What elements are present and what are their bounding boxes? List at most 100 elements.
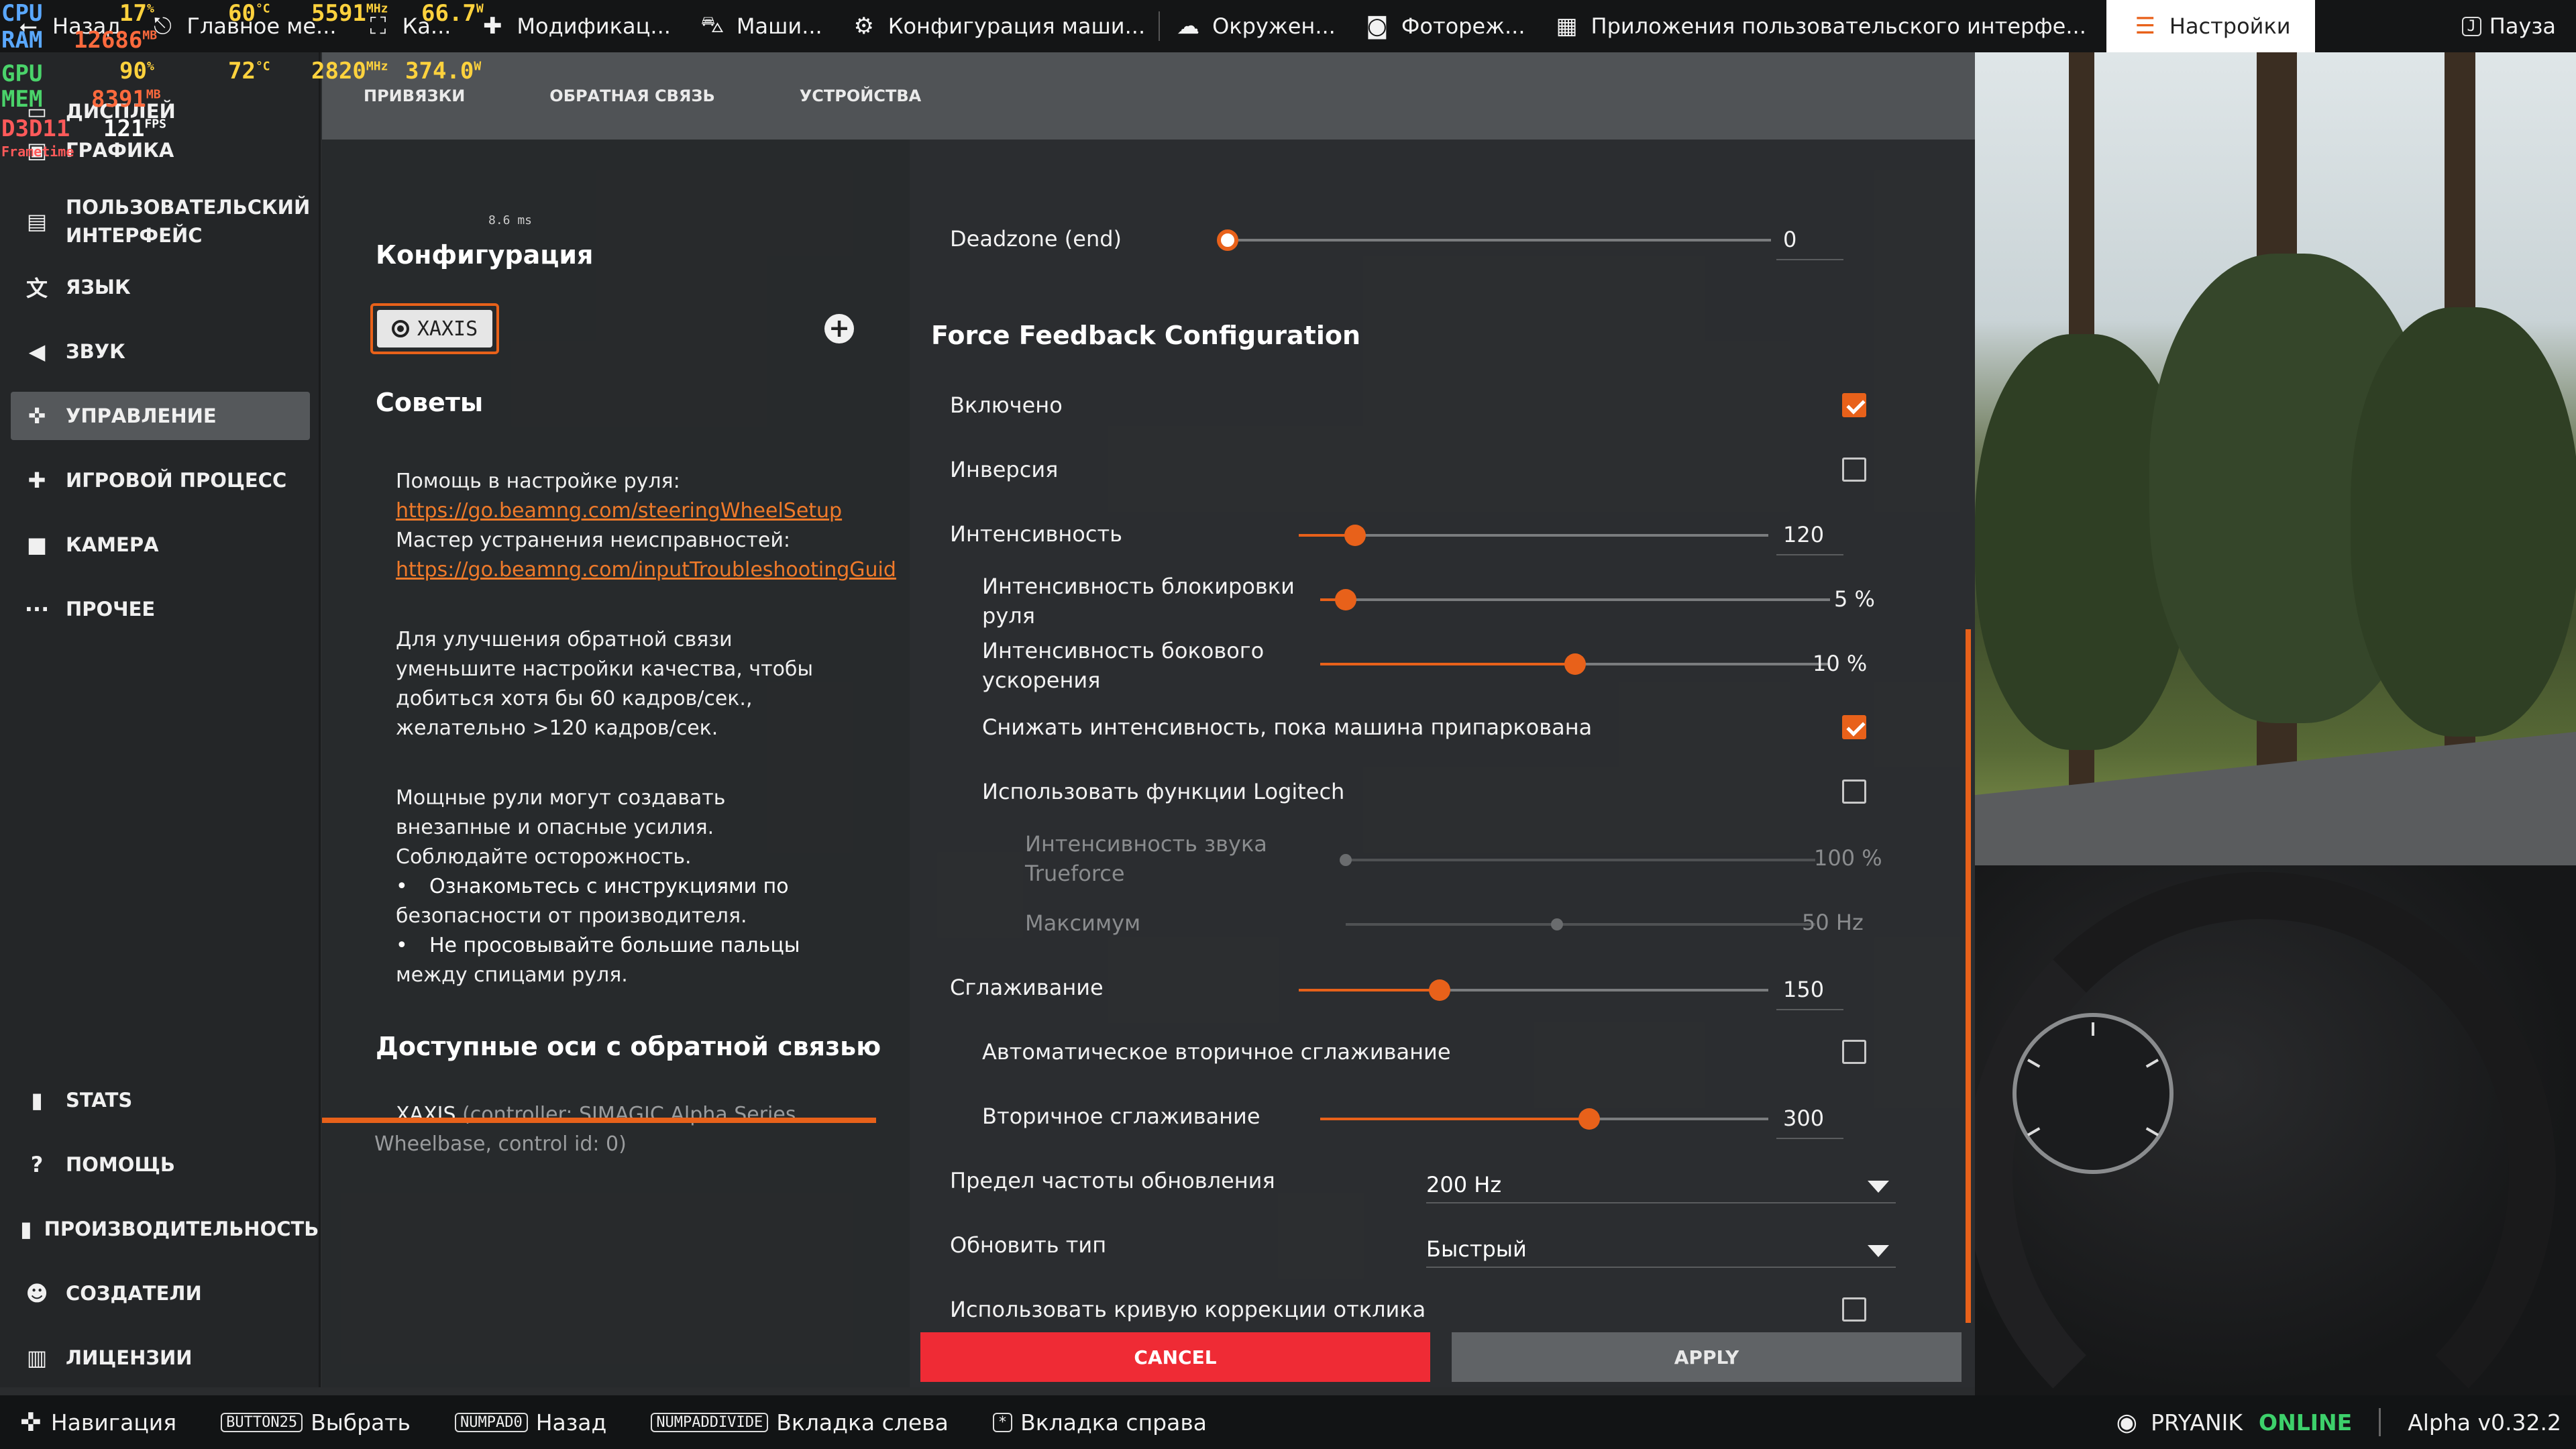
sidebar-item-credits[interactable]: ☻ Создатели bbox=[11, 1269, 310, 1318]
logitech-label: Использовать функции Logitech bbox=[982, 779, 1345, 804]
account-status: ◉ PRYANIK ONLINE Alpha v0.32.2 bbox=[2116, 1408, 2576, 1436]
radio-icon bbox=[391, 320, 409, 337]
tip-text: безопасности от производителя. bbox=[396, 904, 747, 928]
sidebar-item-language[interactable]: 文 Язык bbox=[11, 263, 310, 311]
tab-left-hint[interactable]: NUMPADDIVIDE Вкладка слева bbox=[651, 1409, 949, 1436]
sidebar-item-performance[interactable]: ▮ Производительность bbox=[11, 1205, 319, 1253]
car-icon: ⛍ bbox=[700, 11, 724, 38]
menu-environment[interactable]: ☁ Окружен... bbox=[1160, 0, 1349, 52]
enabled-label: Включено bbox=[950, 392, 1063, 418]
settings-sidebar: ▭ Дисплей ▣ Графика ▤ Пользовательский и… bbox=[0, 52, 321, 1387]
config-title: Конфигурация bbox=[376, 240, 594, 270]
speedometer-gauge bbox=[2012, 1013, 2174, 1174]
trueforce-slider[interactable] bbox=[1340, 854, 1815, 866]
tab-right-hint[interactable]: * Вкладка справа bbox=[992, 1409, 1207, 1436]
trueforce-value[interactable]: 100 % bbox=[1814, 845, 1882, 871]
sidebar-item-controls[interactable]: ✜ Управление bbox=[11, 392, 310, 440]
max-slider[interactable] bbox=[1346, 918, 1815, 930]
axis-entry: XAXIS (controller: SIMAGIC Alpha Series bbox=[396, 1103, 796, 1126]
sidebar-item-ui[interactable]: ▤ Пользовательский интерфейс bbox=[11, 186, 310, 256]
puzzle-icon: ✚ bbox=[28, 468, 46, 493]
back-hint[interactable]: NUMPAD0 Назад bbox=[454, 1409, 606, 1436]
menu-mods[interactable]: ✚ Модификац... bbox=[464, 0, 684, 52]
more-icon: ··· bbox=[24, 596, 50, 622]
sidebar-item-camera[interactable]: ■ Камера bbox=[11, 521, 310, 569]
steering-setup-link[interactable]: https://go.beamng.com/steeringWheelSetup bbox=[396, 496, 842, 526]
lock-intensity-value[interactable]: 5 % bbox=[1834, 586, 1875, 612]
speaker-icon: ◀ bbox=[28, 339, 46, 364]
pause-button[interactable]: J Пауза bbox=[2449, 0, 2576, 52]
cancel-button[interactable]: Cancel bbox=[920, 1332, 1430, 1382]
max-value[interactable]: 50 Hz bbox=[1802, 910, 1864, 935]
lock-intensity-label: Интенсивность блокировки bbox=[982, 574, 1295, 599]
smoothing-label: Сглаживание bbox=[950, 975, 1104, 1000]
camera-icon: ◙ bbox=[1366, 13, 1389, 40]
menu-vehicles[interactable]: ⛍ Маши... bbox=[684, 0, 836, 52]
response-curve-label: Использовать кривую коррекции отклика bbox=[950, 1297, 1426, 1322]
inverse-label: Инверсия bbox=[950, 457, 1059, 482]
lateral-intensity-slider[interactable] bbox=[1320, 653, 1830, 675]
scrollbar[interactable] bbox=[1966, 629, 1971, 1323]
intensity-slider[interactable] bbox=[1299, 525, 1768, 546]
trueforce-label: Интенсивность звука bbox=[1025, 831, 1267, 857]
response-curve-checkbox[interactable] bbox=[1842, 1297, 1866, 1322]
configuration-column: 8.6 ms Конфигурация XAXIS + Советы Помощ… bbox=[322, 140, 910, 1387]
sidebar-item-help[interactable]: ? Помощь bbox=[11, 1140, 310, 1189]
sidebar-item-gameplay[interactable]: ✚ Игровой процесс bbox=[11, 456, 310, 504]
enabled-checkbox[interactable] bbox=[1842, 393, 1866, 417]
trueforce-label: Trueforce bbox=[1025, 861, 1125, 886]
key-hint: BUTTON25 bbox=[221, 1412, 303, 1432]
apply-button[interactable]: Apply bbox=[1452, 1332, 1962, 1382]
menu-vehicle-config[interactable]: ⚙ Конфигурация маши... bbox=[836, 0, 1159, 52]
parked-label: Снижать интенсивность, пока машина припа… bbox=[982, 714, 1593, 740]
update-type-select[interactable]: Быстрый bbox=[1426, 1230, 1896, 1268]
secondary-smoothing-value[interactable]: 300 bbox=[1783, 1106, 1824, 1131]
auto-smoothing-checkbox[interactable] bbox=[1842, 1040, 1866, 1064]
ui-icon: ▤ bbox=[26, 209, 48, 234]
controls-subtabs: Привязки Обратная связь Устройства bbox=[322, 52, 1975, 140]
tab-devices[interactable]: Устройства bbox=[800, 87, 921, 105]
axis-feedback-bar bbox=[322, 1118, 876, 1123]
lock-intensity-label: руля bbox=[982, 603, 1035, 629]
smoothing-value[interactable]: 150 bbox=[1783, 977, 1824, 1002]
add-config-button[interactable]: + bbox=[824, 314, 854, 343]
inverse-checkbox[interactable] bbox=[1842, 458, 1866, 482]
menu-settings[interactable]: ☰ Настройки bbox=[2106, 0, 2315, 52]
auto-smoothing-label: Автоматическое вторичное сглаживание bbox=[982, 1039, 1451, 1065]
select-hint[interactable]: BUTTON25 Выбрать bbox=[221, 1409, 411, 1436]
force-feedback-column: Deadzone (end) 0 Force Feedback Configur… bbox=[910, 140, 1975, 1387]
tip-text: Для улучшения обратной связи bbox=[396, 628, 733, 651]
clipboard-icon: ▥ bbox=[26, 1345, 48, 1371]
tip-text: Мощные рули могут создавать bbox=[396, 786, 726, 810]
sidebar-item-licenses[interactable]: ▥ Лицензии bbox=[11, 1334, 310, 1382]
parked-checkbox[interactable] bbox=[1842, 715, 1866, 739]
rate-limit-label: Предел частоты обновления bbox=[950, 1168, 1275, 1193]
sidebar-item-other[interactable]: ··· Прочее bbox=[11, 585, 310, 633]
intensity-value[interactable]: 120 bbox=[1783, 522, 1824, 547]
rate-limit-select[interactable]: 200 Hz bbox=[1426, 1166, 1896, 1203]
sliders-icon: ☰ bbox=[2135, 13, 2156, 40]
lateral-intensity-value[interactable]: 10 % bbox=[1813, 651, 1867, 676]
deadzone-value[interactable]: 0 bbox=[1783, 227, 1796, 252]
gamepad-icon: ✜ bbox=[28, 403, 46, 429]
tip-text: внезапные и опасные усилия. bbox=[396, 816, 714, 839]
secondary-smoothing-slider[interactable] bbox=[1320, 1108, 1768, 1130]
ffb-section-title: Force Feedback Configuration bbox=[931, 321, 1361, 350]
tip-text: уменьшите настройки качества, чтобы bbox=[396, 657, 814, 681]
troubleshooting-link[interactable]: https://go.beamng.com/inputTroubleshooti… bbox=[396, 555, 896, 585]
menu-ui-apps[interactable]: ▦ Приложения пользовательского интерфе..… bbox=[1539, 0, 2100, 52]
online-status: ONLINE bbox=[2259, 1409, 2353, 1436]
lock-intensity-slider[interactable] bbox=[1320, 589, 1830, 610]
sidebar-item-stats[interactable]: ▮ Stats bbox=[11, 1076, 310, 1124]
tab-feedback[interactable]: Обратная связь bbox=[549, 87, 714, 105]
menu-photo-mode[interactable]: ◙ Фотореж... bbox=[1349, 0, 1539, 52]
tip-text: Соблюдайте осторожность. bbox=[396, 845, 692, 869]
deadzone-slider[interactable] bbox=[1217, 229, 1771, 251]
smoothing-slider[interactable] bbox=[1299, 979, 1768, 1001]
chevron-down-icon bbox=[1868, 1245, 1889, 1257]
sidebar-item-sound[interactable]: ◀ Звук bbox=[11, 327, 310, 376]
tab-bindings[interactable]: Привязки bbox=[364, 87, 465, 105]
logitech-checkbox[interactable] bbox=[1842, 780, 1866, 804]
tip-text: добиться хотя бы 60 кадров/сек., bbox=[396, 687, 753, 710]
device-chip-xaxis[interactable]: XAXIS bbox=[370, 303, 499, 354]
